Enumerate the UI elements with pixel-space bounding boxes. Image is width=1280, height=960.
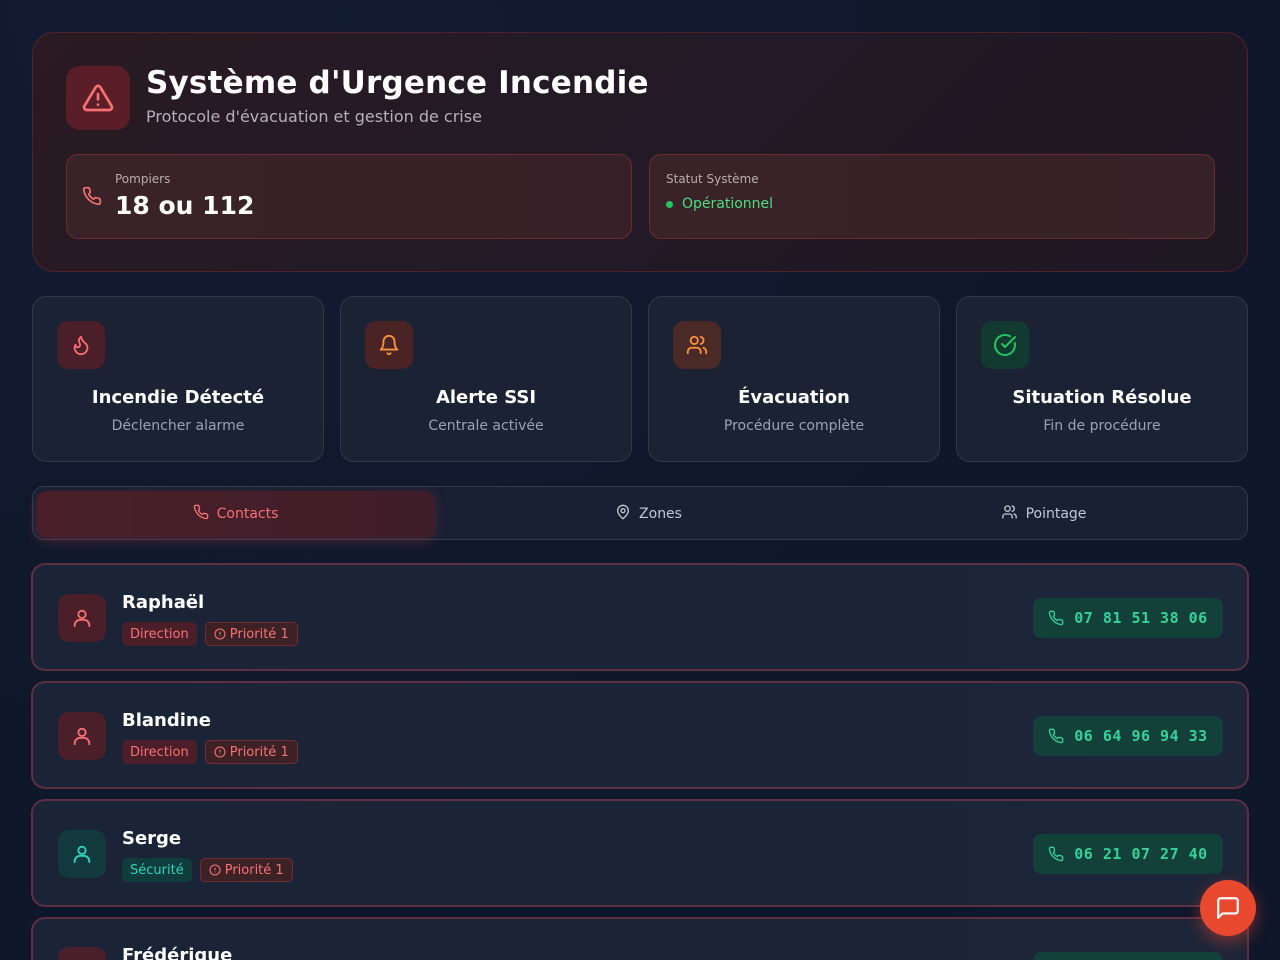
alert-circle-icon <box>214 746 226 758</box>
step-title: Incendie Détecté <box>91 387 265 408</box>
contact-name: Raphaël <box>122 592 205 613</box>
phone-icon <box>82 186 102 210</box>
priority-badge: Priorité 1 <box>204 740 298 764</box>
role-badge: Direction <box>122 622 197 646</box>
firefighters-label: Pompiers <box>115 172 171 186</box>
tab-label: Contacts <box>216 506 279 522</box>
contact-name: Serge <box>122 828 182 849</box>
map-pin-icon <box>615 504 631 524</box>
priority-label: Priorité 1 <box>229 626 289 642</box>
phone-number: 06 64 96 94 33 <box>1074 727 1208 745</box>
contact-name: Blandine <box>122 710 211 731</box>
firefighters-number: 18 ou 112 <box>115 191 255 220</box>
step-resolved[interactable]: Situation Résolue Fin de procédure <box>956 296 1248 462</box>
call-button[interactable]: 06 21 07 27 40 <box>1033 834 1223 874</box>
user-icon <box>58 594 106 642</box>
alert-circle-icon <box>209 864 221 876</box>
step-subtitle: Déclencher alarme <box>111 418 245 434</box>
tab-label: Zones <box>639 506 682 522</box>
tab-label: Pointage <box>1025 506 1087 522</box>
status-dot-icon <box>666 201 673 208</box>
contact-card[interactable]: Blandine Direction Priorité 1 06 64 96 9… <box>31 681 1249 789</box>
chat-button[interactable] <box>1200 880 1256 936</box>
check-circle-icon <box>981 321 1029 369</box>
phone-number: 07 81 51 38 06 <box>1074 609 1208 627</box>
call-button[interactable]: 07 81 51 38 06 <box>1033 598 1223 638</box>
phone-icon <box>1049 610 1064 626</box>
step-fire-detected[interactable]: Incendie Détecté Déclencher alarme <box>32 296 324 462</box>
contact-card[interactable]: Serge Sécurité Priorité 1 06 21 07 27 40 <box>31 799 1249 907</box>
user-icon <box>58 712 106 760</box>
priority-badge: Priorité 1 <box>204 622 298 646</box>
step-evacuation[interactable]: Évacuation Procédure complète <box>648 296 940 462</box>
step-subtitle: Centrale activée <box>428 418 544 434</box>
system-status-card: Statut Système Opérationnel <box>649 154 1215 239</box>
phone-icon <box>193 504 209 524</box>
phone-icon <box>1049 728 1064 744</box>
phone-number: 06 21 07 27 40 <box>1074 845 1208 863</box>
step-ssi-alert[interactable]: Alerte SSI Centrale activée <box>340 296 632 462</box>
role-badge: Direction <box>122 740 197 764</box>
user-icon <box>58 947 106 960</box>
flame-icon <box>57 321 105 369</box>
page-subtitle: Protocole d'évacuation et gestion de cri… <box>146 107 482 126</box>
step-title: Situation Résolue <box>1012 387 1192 408</box>
emergency-header: Système d'Urgence Incendie Protocole d'é… <box>32 32 1248 272</box>
contact-card[interactable]: Frédérique <box>31 917 1249 960</box>
alert-circle-icon <box>214 628 226 640</box>
call-button[interactable]: 06 64 96 94 33 <box>1033 716 1223 756</box>
page-title: Système d'Urgence Incendie <box>146 65 649 101</box>
tab-pointage[interactable]: Pointage <box>845 491 1242 537</box>
step-subtitle: Procédure complète <box>723 418 865 434</box>
message-square-icon <box>1217 897 1239 919</box>
tab-contacts[interactable]: Contacts <box>37 491 434 537</box>
bell-icon <box>365 321 413 369</box>
step-subtitle: Fin de procédure <box>1043 418 1161 434</box>
alert-triangle-icon <box>66 66 130 130</box>
phone-icon <box>1049 846 1064 862</box>
step-title: Évacuation <box>738 387 850 408</box>
users-icon <box>673 321 721 369</box>
priority-label: Priorité 1 <box>229 744 289 760</box>
firefighters-card[interactable]: Pompiers 18 ou 112 <box>66 154 632 239</box>
tab-bar: Contacts Zones Pointage <box>32 486 1248 540</box>
tab-zones[interactable]: Zones <box>450 491 847 537</box>
contact-card[interactable]: Raphaël Direction Priorité 1 07 81 51 38… <box>31 563 1249 671</box>
contact-name: Frédérique <box>122 945 233 960</box>
priority-badge: Priorité 1 <box>199 858 293 882</box>
role-badge: Sécurité <box>122 858 192 882</box>
step-title: Alerte SSI <box>435 387 537 408</box>
user-icon <box>58 830 106 878</box>
users-icon <box>1001 504 1018 524</box>
priority-label: Priorité 1 <box>224 862 284 878</box>
system-status-label: Statut Système <box>666 172 759 186</box>
call-button[interactable] <box>1033 952 1223 960</box>
system-status-value: Opérationnel <box>682 196 774 212</box>
